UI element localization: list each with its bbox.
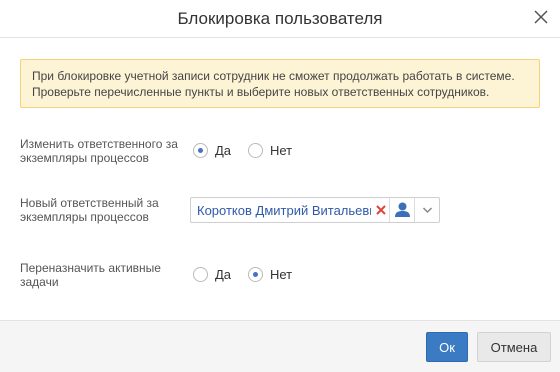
warning-line-2: Проверьте перечисленные пункты и выберит… — [32, 85, 490, 99]
change-owner-label-line-1: Изменить ответственного за — [20, 137, 178, 151]
warning-message: При блокировке учетной записи сотрудник … — [20, 59, 540, 108]
clear-icon[interactable] — [375, 202, 387, 218]
new-owner-label-line-2: экземпляры процессов — [20, 210, 149, 224]
change-owner-label-line-2: экземпляры процессов — [20, 151, 149, 165]
ok-button[interactable]: Ок — [426, 332, 468, 362]
reassign-tasks-label-line-2: задачи — [20, 275, 59, 289]
new-owner-value[interactable]: Коротков Дмитрий Витальевич ( — [197, 203, 371, 218]
change-owner-yes-radio[interactable]: Да — [193, 143, 231, 158]
dialog-title: Блокировка пользователя — [177, 9, 383, 28]
change-owner-label: Изменить ответственного за экземпляры пр… — [20, 137, 180, 165]
radio-circle[interactable] — [248, 267, 263, 282]
reassign-tasks-no-label: Нет — [270, 267, 293, 282]
warning-line-1: При блокировке учетной записи сотрудник … — [32, 69, 515, 83]
reassign-tasks-label: Переназначить активные задачи — [20, 261, 180, 289]
radio-circle[interactable] — [193, 143, 208, 158]
chevron-down-icon[interactable] — [414, 198, 439, 222]
block-user-dialog: Блокировка пользователя При блокировке у… — [0, 0, 560, 372]
dialog-footer: Ок Отмена — [0, 320, 560, 372]
cancel-button[interactable]: Отмена — [477, 332, 551, 362]
change-owner-no-radio[interactable]: Нет — [248, 143, 292, 158]
new-owner-selector[interactable]: Коротков Дмитрий Витальевич ( — [190, 197, 440, 223]
change-owner-yes-label: Да — [215, 143, 232, 158]
close-icon[interactable] — [531, 7, 551, 27]
new-owner-label-line-1: Новый ответственный за — [20, 196, 159, 210]
reassign-tasks-yes-radio[interactable]: Да — [193, 267, 231, 282]
reassign-tasks-label-line-1: Переназначить активные — [20, 261, 161, 275]
reassign-tasks-yes-label: Да — [215, 267, 232, 282]
reassign-tasks-no-radio[interactable]: Нет — [248, 267, 292, 282]
change-owner-no-label: Нет — [270, 143, 293, 158]
user-icon[interactable] — [389, 198, 414, 222]
radio-circle[interactable] — [193, 267, 208, 282]
new-owner-label: Новый ответственный за экземпляры процес… — [20, 196, 180, 224]
radio-circle[interactable] — [248, 143, 263, 158]
dialog-header: Блокировка пользователя — [0, 0, 560, 38]
